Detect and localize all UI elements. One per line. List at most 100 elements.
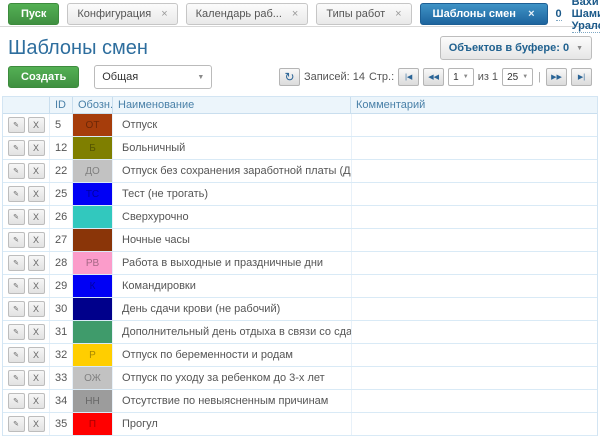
- first-page-icon: |◀: [405, 73, 412, 81]
- delete-icon: X: [33, 236, 39, 245]
- refresh-button[interactable]: ↻: [279, 68, 300, 86]
- delete-row-button[interactable]: X: [28, 117, 45, 133]
- row-id: 30: [50, 298, 73, 320]
- edit-row-button[interactable]: ✎: [8, 117, 25, 133]
- delete-row-button[interactable]: X: [28, 416, 45, 432]
- delete-row-button[interactable]: X: [28, 370, 45, 386]
- delete-row-button[interactable]: X: [28, 301, 45, 317]
- delete-row-button[interactable]: X: [28, 393, 45, 409]
- shift-color-swatch: НН: [73, 390, 112, 412]
- table-row[interactable]: ✎ X 35 П Прогул: [3, 413, 597, 436]
- shift-comment: [351, 114, 597, 136]
- table-row[interactable]: ✎ X 25 ТС Тест (не трогать): [3, 183, 597, 206]
- chevron-down-icon: ▼: [463, 74, 469, 80]
- shift-comment: [351, 367, 597, 389]
- edit-icon: ✎: [13, 122, 19, 129]
- tab[interactable]: Календарь раб... ×: [186, 3, 309, 25]
- shift-comment: [351, 275, 597, 297]
- table-row[interactable]: ✎ X 26 Сверхурочно: [3, 206, 597, 229]
- edit-row-button[interactable]: ✎: [8, 255, 25, 271]
- shift-comment: [351, 390, 597, 412]
- shift-comment: [351, 137, 597, 159]
- delete-icon: X: [33, 121, 39, 130]
- delete-row-button[interactable]: X: [28, 255, 45, 271]
- shift-name: Командировки: [113, 275, 351, 297]
- shift-name: Отпуск по уходу за ребенком до 3-х лет: [113, 367, 351, 389]
- table-row[interactable]: ✎ X 27 Ночные часы: [3, 229, 597, 252]
- table-row[interactable]: ✎ X 31 Дополнительный день отдыха в связ…: [3, 321, 597, 344]
- page-number-select[interactable]: 1 ▼: [448, 68, 474, 86]
- edit-row-button[interactable]: ✎: [8, 324, 25, 340]
- edit-row-button[interactable]: ✎: [8, 393, 25, 409]
- buffer-dropdown-button[interactable]: Объектов в буфере: 0 ▼: [440, 36, 592, 60]
- tab-close-icon[interactable]: ×: [161, 9, 167, 20]
- delete-row-button[interactable]: X: [28, 186, 45, 202]
- shift-color-swatch: ДО: [73, 160, 112, 182]
- delete-row-button[interactable]: X: [28, 324, 45, 340]
- chevron-down-icon: ▼: [197, 74, 204, 81]
- edit-row-button[interactable]: ✎: [8, 163, 25, 179]
- edit-icon: ✎: [13, 283, 19, 290]
- edit-row-button[interactable]: ✎: [8, 347, 25, 363]
- edit-row-button[interactable]: ✎: [8, 186, 25, 202]
- table-row[interactable]: ✎ X 22 ДО Отпуск без сохранения заработн…: [3, 160, 597, 183]
- last-page-button[interactable]: ▶|: [571, 68, 592, 86]
- edit-row-button[interactable]: ✎: [8, 278, 25, 294]
- edit-icon: ✎: [13, 237, 19, 244]
- tab[interactable]: Шаблоны смен ×: [420, 3, 548, 25]
- column-header-id[interactable]: ID: [50, 97, 73, 113]
- delete-icon: X: [33, 305, 39, 314]
- delete-row-button[interactable]: X: [28, 209, 45, 225]
- edit-icon: ✎: [13, 306, 19, 313]
- row-id: 32: [50, 344, 73, 366]
- row-id: 22: [50, 160, 73, 182]
- first-page-button[interactable]: |◀: [398, 68, 419, 86]
- edit-row-button[interactable]: ✎: [8, 301, 25, 317]
- delete-row-button[interactable]: X: [28, 278, 45, 294]
- start-button[interactable]: Пуск: [8, 3, 59, 25]
- table-row[interactable]: ✎ X 33 ОЖ Отпуск по уходу за ребенком до…: [3, 367, 597, 390]
- create-button[interactable]: Создать: [8, 66, 79, 88]
- edit-row-button[interactable]: ✎: [8, 416, 25, 432]
- tab[interactable]: Типы работ ×: [316, 3, 411, 25]
- row-id: 25: [50, 183, 73, 205]
- delete-row-button[interactable]: X: [28, 140, 45, 156]
- edit-row-button[interactable]: ✎: [8, 232, 25, 248]
- shift-comment: [351, 321, 597, 343]
- edit-row-button[interactable]: ✎: [8, 140, 25, 156]
- edit-icon: ✎: [13, 214, 19, 221]
- user-name-link[interactable]: Вахитов Шамиль Уралович: [572, 0, 600, 33]
- tab-close-icon[interactable]: ×: [528, 9, 534, 20]
- shift-name: Сверхурочно: [113, 206, 351, 228]
- shift-code: Р: [89, 350, 96, 361]
- table-row[interactable]: ✎ X 12 Б Больничный: [3, 137, 597, 160]
- column-header-comment[interactable]: Комментарий: [351, 97, 597, 113]
- edit-row-button[interactable]: ✎: [8, 209, 25, 225]
- category-select[interactable]: Общая ▼: [94, 65, 212, 89]
- prev-page-button[interactable]: ◀◀: [423, 68, 444, 86]
- table-row[interactable]: ✎ X 29 К Командировки: [3, 275, 597, 298]
- shift-color-swatch: ТС: [73, 183, 112, 205]
- tab-label: Шаблоны смен: [433, 8, 516, 20]
- delete-row-button[interactable]: X: [28, 347, 45, 363]
- row-id: 34: [50, 390, 73, 412]
- tab[interactable]: Конфигурация ×: [67, 3, 177, 25]
- delete-row-button[interactable]: X: [28, 163, 45, 179]
- table-row[interactable]: ✎ X 34 НН Отсутствие по невыясненным при…: [3, 390, 597, 413]
- edit-icon: ✎: [13, 191, 19, 198]
- table-row[interactable]: ✎ X 5 ОТ Отпуск: [3, 114, 597, 137]
- edit-row-button[interactable]: ✎: [8, 370, 25, 386]
- delete-row-button[interactable]: X: [28, 232, 45, 248]
- table-row[interactable]: ✎ X 32 Р Отпуск по беременности и родам: [3, 344, 597, 367]
- column-header-name[interactable]: Наименование: [113, 97, 351, 113]
- records-count-label: Записей: 14: [304, 71, 365, 83]
- tab-close-icon[interactable]: ×: [395, 9, 401, 20]
- column-header-code[interactable]: Обозн.: [73, 97, 113, 113]
- shift-color-swatch: [73, 298, 112, 320]
- notification-count-link[interactable]: 0: [556, 8, 562, 21]
- table-row[interactable]: ✎ X 28 РВ Работа в выходные и праздничны…: [3, 252, 597, 275]
- tab-close-icon[interactable]: ×: [292, 9, 298, 20]
- page-size-select[interactable]: 25 ▼: [502, 68, 533, 86]
- next-page-button[interactable]: ▶▶: [546, 68, 567, 86]
- table-row[interactable]: ✎ X 30 День сдачи крови (не рабочий): [3, 298, 597, 321]
